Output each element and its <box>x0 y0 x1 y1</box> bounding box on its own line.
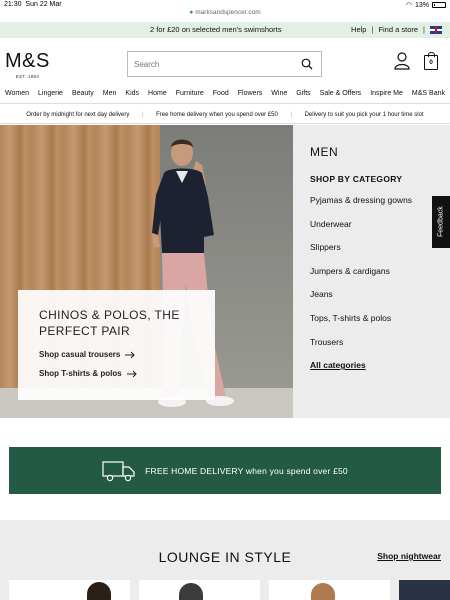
product-tile[interactable] <box>399 580 450 600</box>
product-tile[interactable] <box>139 580 260 600</box>
uk-flag-icon[interactable] <box>430 25 442 34</box>
main-nav: Women Lingerie Beauty Men Kids Home Furn… <box>0 90 450 104</box>
battery-percent: 13% <box>414 1 429 9</box>
nav-item-gifts[interactable]: Gifts <box>296 90 310 103</box>
product-image <box>87 582 111 600</box>
category-slippers[interactable]: Slippers <box>310 242 450 266</box>
status-indicators: ◠ 13% <box>406 1 446 9</box>
shop-tshirts-polos-label: Shop T-shirts & polos <box>39 369 122 378</box>
product-image <box>311 583 335 600</box>
next-day-delivery-info[interactable]: Order by midnight for next day delivery <box>26 112 129 118</box>
nav-item-beauty[interactable]: Beauty <box>72 90 94 103</box>
logo-established: EST. 1884 <box>15 74 40 79</box>
hero-title: CHINOS & POLOS, THE PERFECT PAIR <box>39 308 180 338</box>
category-tops[interactable]: Tops, T-shirts & polos <box>310 313 450 337</box>
lounge-section: LOUNGE IN STYLE Shop nightwear <box>0 520 450 600</box>
category-panel: MEN SHOP BY CATEGORY Pyjamas & dressing … <box>293 125 450 418</box>
lock-icon: ● <box>189 9 194 16</box>
product-image <box>179 583 203 600</box>
all-categories-link[interactable]: All categories <box>310 360 450 370</box>
nav-item-kids[interactable]: Kids <box>125 90 139 103</box>
free-delivery-banner[interactable]: FREE HOME DELIVERY when you spend over £… <box>9 447 441 494</box>
nav-item-sale-offers[interactable]: Sale & Offers <box>320 90 362 103</box>
hero-card: CHINOS & POLOS, THE PERFECT PAIR Shop ca… <box>18 290 215 400</box>
panel-heading: MEN <box>310 145 339 159</box>
category-underwear[interactable]: Underwear <box>310 219 450 243</box>
nav-item-wine[interactable]: Wine <box>271 90 287 103</box>
shop-tshirts-polos-link[interactable]: Shop T-shirts & polos <box>39 369 215 378</box>
delivery-info-bar: Order by midnight for next day delivery … <box>0 106 450 124</box>
nav-item-food[interactable]: Food <box>213 90 229 103</box>
time-slot-info[interactable]: Delivery to suit you pick your 1 hour ti… <box>305 112 424 118</box>
product-tiles <box>9 580 450 600</box>
nav-item-women[interactable]: Women <box>5 90 29 103</box>
panel-subheading: SHOP BY CATEGORY <box>310 174 403 184</box>
basket-icon[interactable]: 0 <box>424 52 438 70</box>
account-icon[interactable] <box>394 52 410 70</box>
find-store-link[interactable]: Find a store <box>378 25 418 34</box>
nav-item-men[interactable]: Men <box>103 90 117 103</box>
search-input[interactable] <box>128 52 288 76</box>
delivery-van-icon <box>102 460 135 481</box>
shop-casual-trousers-label: Shop casual trousers <box>39 350 121 359</box>
ms-logo[interactable]: M&S EST. 1884 <box>5 50 50 79</box>
wifi-icon: ◠ <box>405 2 412 9</box>
category-jeans[interactable]: Jeans <box>310 289 450 313</box>
battery-icon <box>432 2 446 8</box>
promo-bar: 2 for £20 on selected men's swimshorts H… <box>0 22 450 38</box>
promo-message[interactable]: 2 for £20 on selected men's swimshorts <box>150 25 282 34</box>
search-box[interactable] <box>127 51 322 77</box>
status-time: 21:30 Sun 22 Mar <box>4 1 62 8</box>
arrow-right-icon <box>126 370 137 377</box>
logo-text: M&S <box>5 50 50 72</box>
free-delivery-info[interactable]: Free home delivery when you spend over £… <box>156 112 278 118</box>
shop-nightwear-link[interactable]: Shop nightwear <box>377 551 441 561</box>
search-icon[interactable] <box>301 58 313 70</box>
product-tile[interactable] <box>269 580 390 600</box>
feedback-tab[interactable]: Feedback <box>432 196 450 248</box>
basket-count: 0 <box>429 59 433 66</box>
arrow-right-icon <box>125 351 136 358</box>
category-trousers[interactable]: Trousers <box>310 337 450 361</box>
category-pyjamas[interactable]: Pyjamas & dressing gowns <box>310 195 450 219</box>
banner-text: FREE HOME DELIVERY when you spend over £… <box>145 465 348 476</box>
address-bar[interactable]: ● marksandspencer.com <box>0 9 450 16</box>
help-link[interactable]: Help <box>351 25 366 34</box>
shop-casual-trousers-link[interactable]: Shop casual trousers <box>39 350 215 359</box>
category-list: Pyjamas & dressing gowns Underwear Slipp… <box>310 195 450 360</box>
nav-item-home[interactable]: Home <box>148 90 167 103</box>
nav-item-lingerie[interactable]: Lingerie <box>38 90 63 103</box>
nav-item-inspire-me[interactable]: Inspire Me <box>370 90 403 103</box>
status-bar: 21:30 Sun 22 Mar ● marksandspencer.com ◠ … <box>0 0 450 16</box>
hero-banner[interactable]: CHINOS & POLOS, THE PERFECT PAIR Shop ca… <box>0 125 293 418</box>
nav-item-flowers[interactable]: Flowers <box>238 90 263 103</box>
nav-item-furniture[interactable]: Furniture <box>176 90 204 103</box>
category-jumpers[interactable]: Jumpers & cardigans <box>310 266 450 290</box>
product-tile[interactable] <box>9 580 130 600</box>
nav-item-ms-bank[interactable]: M&S Bank <box>412 90 445 103</box>
